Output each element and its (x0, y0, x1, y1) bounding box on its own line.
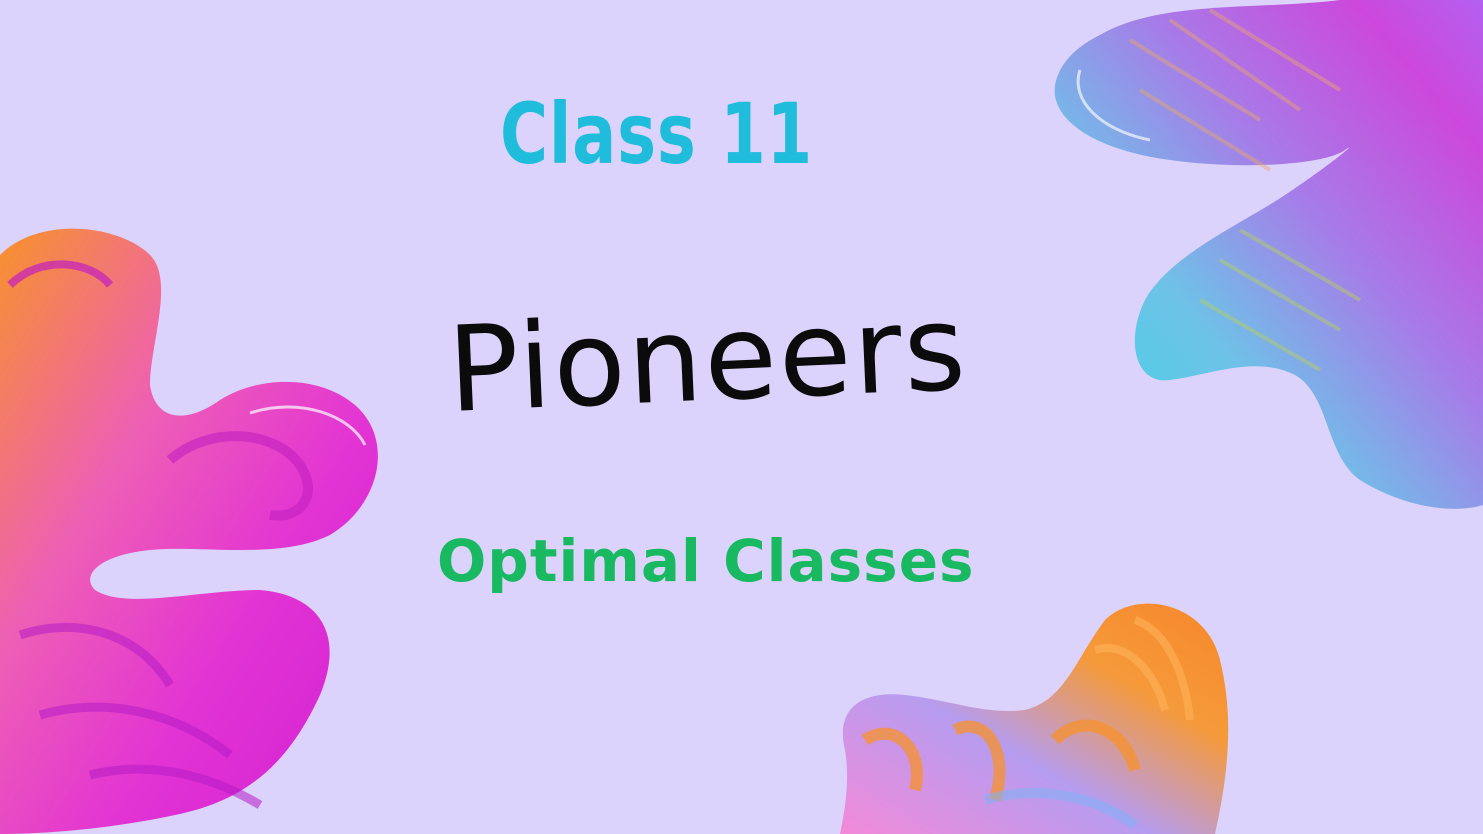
paint-blob-left (0, 228, 378, 834)
paint-blob-bottom (840, 603, 1229, 834)
paint-blob-top-right (1054, 0, 1483, 509)
slide-headline: Pioneers (444, 278, 971, 439)
slide-title: Class 11 (500, 85, 813, 183)
slide-subtitle: Optimal Classes (437, 527, 975, 595)
